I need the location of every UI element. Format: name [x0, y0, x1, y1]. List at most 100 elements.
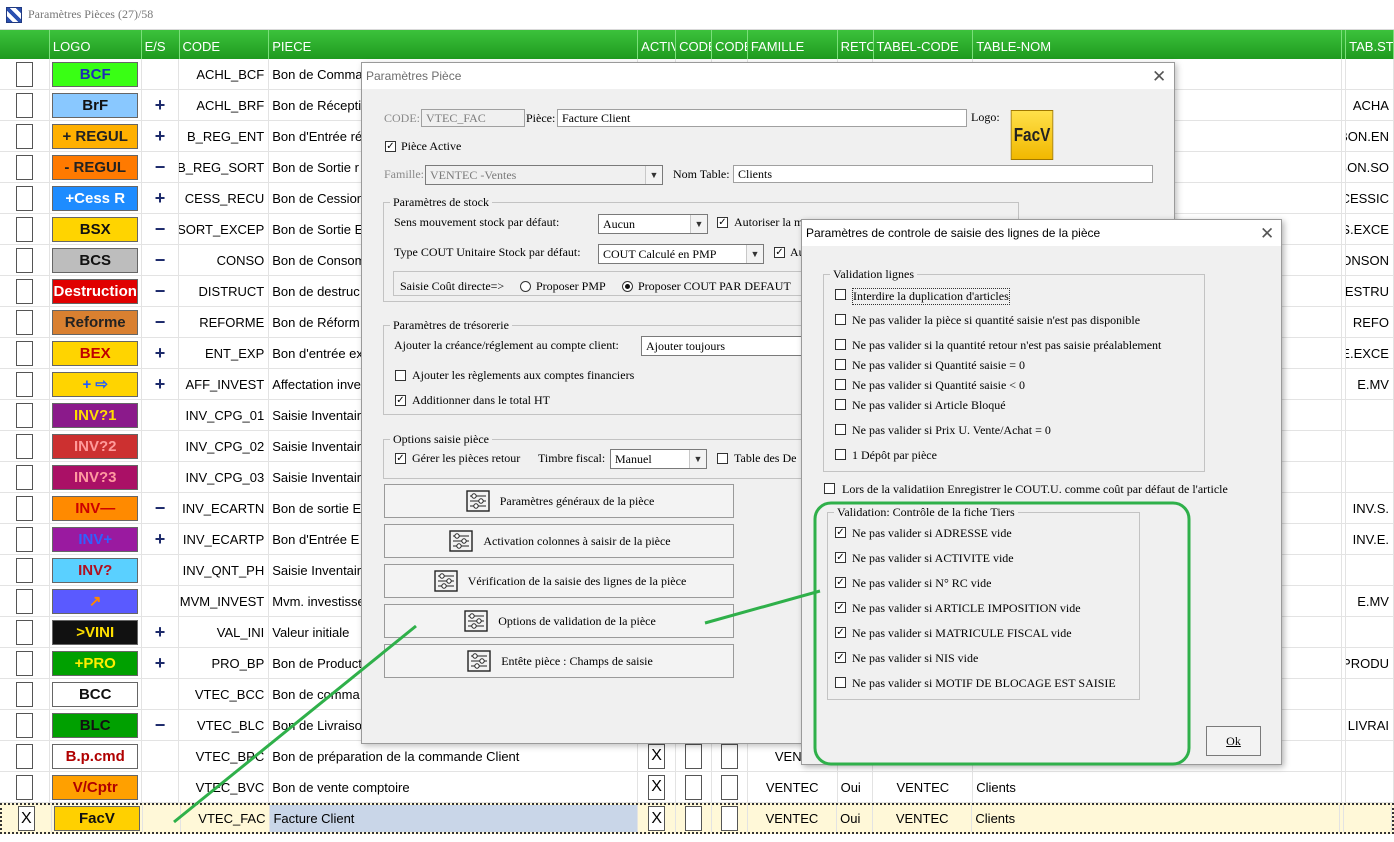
- row-checkbox[interactable]: [15, 216, 33, 242]
- validation-tiers-checkbox[interactable]: ✓: [835, 552, 846, 563]
- table-row[interactable]: X FacV VTEC_FAC Facture Client X VENTEC Oui VEN…: [0, 803, 1394, 834]
- btn-parametres-generaux[interactable]: Paramètres généraux de la pièce: [384, 484, 734, 518]
- code-checkbox[interactable]: [720, 806, 738, 831]
- code-checkbox[interactable]: [720, 743, 738, 769]
- row-checkbox[interactable]: [15, 278, 33, 304]
- code-checkbox[interactable]: [685, 774, 702, 800]
- row-checkbox[interactable]: [15, 154, 33, 180]
- validation-ligne-label: Ne pas valider si Prix U. Vente/Achat = …: [852, 423, 1051, 437]
- btn-verification-saisie[interactable]: Vérification de la saisie des lignes de …: [384, 564, 734, 598]
- column-header[interactable]: PIECE: [269, 30, 639, 59]
- close-icon[interactable]: ✕: [1152, 67, 1166, 87]
- validation-ligne-checkbox[interactable]: [835, 359, 846, 370]
- column-header[interactable]: CODE: [676, 30, 712, 59]
- validation-ligne-checkbox[interactable]: [835, 314, 846, 325]
- row-checkbox[interactable]: [15, 712, 33, 738]
- column-header[interactable]: TAB.STO: [1346, 30, 1394, 59]
- column-header[interactable]: CODE: [180, 30, 270, 59]
- row-checkbox[interactable]: [15, 557, 33, 583]
- column-header[interactable]: E/S: [142, 30, 180, 59]
- timbre-select[interactable]: Manuel ▼: [610, 449, 707, 469]
- column-header[interactable]: ACTIV: [638, 30, 677, 59]
- code-checkbox[interactable]: [685, 743, 702, 769]
- validation-tiers-checkbox[interactable]: ✓: [835, 527, 846, 538]
- validation-ligne-checkbox[interactable]: [835, 289, 846, 300]
- retour-checkbox[interactable]: ✓: [395, 453, 406, 464]
- row-checkbox[interactable]: [15, 495, 33, 521]
- nom-table-field[interactable]: Clients: [733, 165, 1153, 183]
- reglements-checkbox[interactable]: [395, 370, 406, 381]
- proposer-pmp-label: Proposer PMP: [536, 279, 606, 293]
- table-row[interactable]: V/Cptr VTEC_BVC Bon de vente comptoire X VEN…: [0, 772, 1394, 803]
- tab-stock-cell: [1346, 679, 1394, 709]
- additionner-checkbox[interactable]: ✓: [395, 395, 406, 406]
- validation-ligne-checkbox[interactable]: [835, 399, 846, 410]
- row-checkbox[interactable]: [15, 61, 33, 87]
- piece-active-checkbox[interactable]: ✓: [385, 141, 396, 152]
- validation-tiers-checkbox[interactable]: ✓: [835, 602, 846, 613]
- piece-logo[interactable]: FacV: [1010, 110, 1054, 160]
- column-header[interactable]: TABEL-CODE: [874, 30, 974, 59]
- code-field[interactable]: VTEC_FAC: [421, 109, 525, 127]
- activ-checkbox[interactable]: X: [648, 774, 666, 800]
- row-checkbox[interactable]: [15, 464, 33, 490]
- enregistrer-cout-checkbox[interactable]: [824, 483, 835, 494]
- row-checkbox[interactable]: [15, 92, 33, 118]
- validation-tiers-checkbox[interactable]: ✓: [835, 577, 846, 588]
- validation-ligne-checkbox[interactable]: [835, 379, 846, 390]
- piece-logo: BEX: [52, 340, 139, 366]
- column-header[interactable]: FAMILLE: [748, 30, 838, 59]
- chevron-down-icon: ▼: [746, 245, 763, 263]
- row-checkbox[interactable]: [15, 340, 33, 366]
- close-icon[interactable]: ✕: [1260, 224, 1274, 244]
- column-header[interactable]: CODE: [712, 30, 748, 59]
- btn-options-validation[interactable]: Options de validation de la pièce: [384, 604, 734, 638]
- row-checkbox[interactable]: [15, 402, 33, 428]
- row-checkbox[interactable]: [15, 526, 33, 552]
- row-checkbox[interactable]: [15, 619, 33, 645]
- row-checkbox[interactable]: [15, 123, 33, 149]
- row-checkbox[interactable]: X: [17, 806, 35, 831]
- autoriser-checkbox[interactable]: ✓: [717, 217, 728, 228]
- code-checkbox[interactable]: [685, 806, 702, 831]
- famille-select[interactable]: VENTEC -Ventes ▼: [425, 165, 663, 185]
- piece-logo: +PRO: [52, 650, 139, 676]
- au-checkbox[interactable]: ✓: [774, 247, 785, 258]
- validation-tiers-checkbox[interactable]: ✓: [835, 627, 846, 638]
- row-checkbox[interactable]: [15, 185, 33, 211]
- proposer-pmp-radio[interactable]: [520, 281, 531, 292]
- row-checkbox[interactable]: [15, 588, 33, 614]
- column-header[interactable]: TABLE-NOM: [973, 30, 1343, 59]
- proposer-defaut-radio[interactable]: [622, 281, 633, 292]
- column-header[interactable]: LOGO: [50, 30, 142, 59]
- row-checkbox[interactable]: [15, 650, 33, 676]
- ok-button[interactable]: Ok: [1206, 726, 1261, 756]
- creance-select[interactable]: Ajouter toujours: [641, 336, 821, 356]
- row-checkbox[interactable]: [15, 681, 33, 707]
- activ-checkbox[interactable]: X: [648, 743, 666, 769]
- piece-field[interactable]: Facture Client: [557, 109, 967, 127]
- validation-ligne-checkbox[interactable]: [835, 424, 846, 435]
- validation-ligne-checkbox[interactable]: [835, 339, 846, 350]
- activ-checkbox[interactable]: X: [648, 806, 666, 831]
- btn-entete-piece[interactable]: Entête pièce : Champs de saisie: [384, 644, 734, 678]
- row-checkbox[interactable]: [15, 743, 33, 769]
- validation-tiers-checkbox[interactable]: [835, 677, 846, 688]
- cout-select[interactable]: COUT Calculé en PMP ▼: [598, 244, 764, 264]
- validation-ligne-label: Ne pas valider si la quantité retour n'e…: [852, 338, 1162, 352]
- row-checkbox[interactable]: [15, 433, 33, 459]
- dialog-controle-saisie: Paramètres de controle de saisie des lig…: [801, 219, 1282, 765]
- column-header[interactable]: [0, 30, 50, 59]
- es-indicator: [142, 586, 180, 616]
- row-checkbox[interactable]: [15, 247, 33, 273]
- code-checkbox[interactable]: [720, 774, 738, 800]
- sens-select[interactable]: Aucun ▼: [598, 214, 708, 234]
- btn-activation-colonnes[interactable]: Activation colonnes à saisir de la pièce: [384, 524, 734, 558]
- row-checkbox[interactable]: [15, 309, 33, 335]
- column-header[interactable]: RETO: [838, 30, 874, 59]
- row-checkbox[interactable]: [15, 774, 33, 800]
- validation-tiers-checkbox[interactable]: ✓: [835, 652, 846, 663]
- tabledes-checkbox[interactable]: [717, 453, 728, 464]
- row-checkbox[interactable]: [15, 371, 33, 397]
- validation-ligne-checkbox[interactable]: [835, 449, 846, 460]
